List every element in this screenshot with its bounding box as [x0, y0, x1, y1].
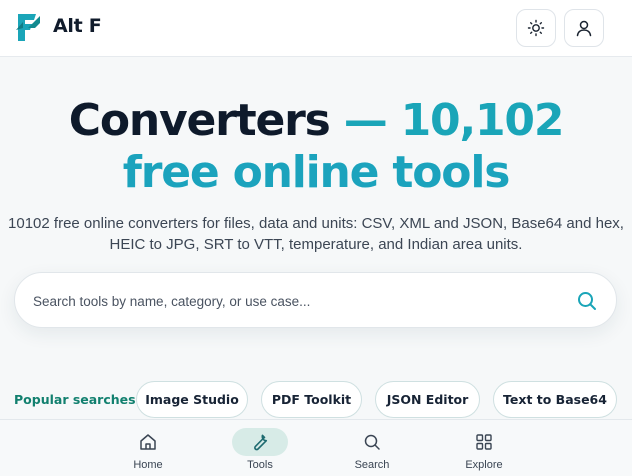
nav-item-home[interactable]: Home: [103, 420, 193, 476]
grid-icon: [476, 434, 492, 450]
nav-label-explore: Explore: [465, 459, 503, 471]
popular-searches-label: Popular searches:: [14, 392, 141, 407]
popular-chip-text-to-base64[interactable]: Text to Base64: [493, 381, 617, 418]
user-icon: [576, 20, 592, 37]
hero-subtitle: 10102 free online converters for files, …: [8, 215, 624, 253]
nav-item-explore[interactable]: Explore: [439, 420, 529, 476]
search-bar[interactable]: [14, 272, 617, 328]
nav-item-search[interactable]: Search: [327, 420, 417, 476]
search-icon[interactable]: [575, 289, 599, 313]
top-header: Alt F: [0, 0, 632, 57]
wrench-icon: [254, 434, 268, 451]
alt-f-logo-icon[interactable]: [14, 10, 44, 44]
home-icon: [140, 434, 156, 450]
user-account-button[interactable]: [564, 9, 604, 47]
hero-title-main: Converters: [68, 95, 331, 146]
nav-label-search: Search: [354, 459, 390, 471]
bottom-navigation: Home Tools Search Explore: [0, 419, 632, 476]
hero-title: Converters — 10,102 free online tools: [0, 95, 632, 199]
sun-icon: [527, 19, 545, 37]
nav-label-home: Home: [133, 459, 163, 471]
search-input[interactable]: [33, 287, 553, 315]
nav-item-tools[interactable]: Tools: [215, 420, 305, 476]
brand-name[interactable]: Alt F: [53, 15, 102, 37]
nav-label-tools: Tools: [247, 459, 273, 471]
popular-chip-json-editor[interactable]: JSON Editor: [375, 381, 480, 418]
hero-title-line2: free online tools: [122, 147, 511, 198]
search-icon: [364, 434, 380, 450]
hero-title-count: — 10,102: [343, 95, 565, 146]
popular-chip-pdf-toolkit[interactable]: PDF Toolkit: [261, 381, 362, 418]
theme-toggle-button[interactable]: [516, 9, 556, 47]
popular-chip-image-studio[interactable]: Image Studio: [136, 381, 248, 418]
